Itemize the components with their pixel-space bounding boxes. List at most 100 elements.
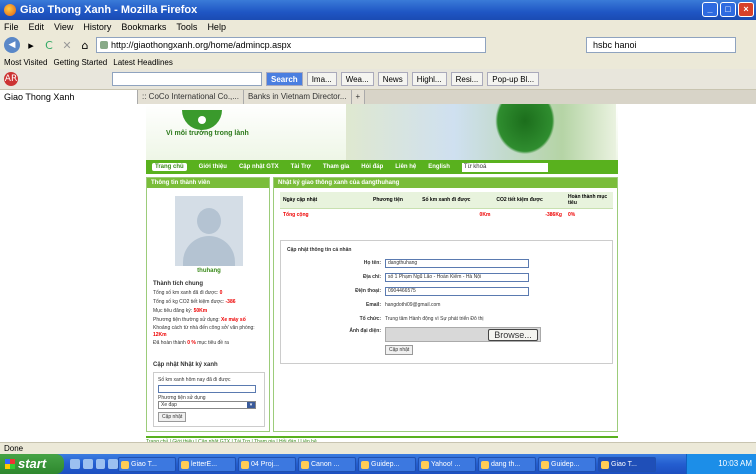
site-slogan: Vì môi trường trong lành [166,130,249,137]
organization-value: Trung tâm Hành động vì Sự phát triển Đô … [385,316,484,322]
home-icon[interactable]: ⌂ [78,39,92,52]
phone-label: Điện thoại: [355,288,381,294]
site-search-input[interactable]: Từ khoá [461,162,548,172]
stat-vehicle: Phương tiện thường sử dụng: Xe máy số [153,317,246,323]
task-button[interactable]: Guidep... [538,456,596,472]
organization-row: Tổ chức: Trung tâm Hành động vì Sự phát … [281,315,614,325]
avatar-upload-label: Ảnh đại diện: [349,328,381,334]
quicklaunch-icon[interactable] [95,459,106,469]
close-button[interactable]: × [738,2,754,17]
email-label: Email: [365,302,381,308]
avatar-file-input[interactable]: Browse... [385,327,541,342]
task-button[interactable]: 04 Proj... [238,456,296,472]
addon-search-input[interactable] [112,72,262,86]
menu-bookmarks[interactable]: Bookmarks [121,20,166,34]
profile-save-button[interactable]: Cập nhật [385,345,414,355]
task-button[interactable]: Giao T... [598,456,656,472]
phone-row: Điện thoại: 0904466575 [281,287,614,297]
task-button[interactable]: dang th... [478,456,536,472]
diary-update-form: Cập nhật Nhật ký xanh Số km xanh hôm nay… [153,362,265,427]
minimize-button[interactable]: _ [702,2,718,17]
addon-resize-button[interactable]: Resi... [450,72,484,86]
menu-view[interactable]: View [54,20,73,34]
menu-tools[interactable]: Tools [176,20,197,34]
bookmark-most-visited[interactable]: Most Visited [4,56,47,69]
start-button[interactable]: start [0,454,64,474]
stop-button[interactable]: ✕ [60,39,74,52]
nav-about[interactable]: Giới thiệu [199,164,227,170]
forward-button[interactable]: ▸ [24,39,38,52]
maximize-button[interactable]: □ [720,2,736,17]
addon-images-button[interactable]: Ima... [306,72,337,86]
menu-history[interactable]: History [83,20,111,34]
search-input[interactable]: hsbc hanoi [586,37,736,53]
banner-image [346,104,616,160]
nav-join[interactable]: Tham gia [323,164,349,170]
stat-target: Mục tiêu đăng ký: 50Km [153,308,208,314]
bookmarks-bar: Most Visited Getting Started Latest Head… [0,56,756,69]
col-completion: Hoàn thành mục tiêu [565,192,613,209]
tab-banks-vietnam[interactable]: Banks in Vietnam Director... [243,90,352,104]
task-list: Giao T... letterE... 04 Proj... Canon ..… [118,456,656,472]
addon-highlight-button[interactable]: Highl... [411,72,447,86]
menu-help[interactable]: Help [207,20,226,34]
tab-strip: Giao Thong Xanh :: CoCo International Co… [0,90,756,104]
tab-label: :: CoCo International Co.,... [142,92,239,101]
nav-english[interactable]: English [428,164,450,170]
task-button[interactable]: Canon ... [298,456,356,472]
quick-launch [64,459,118,469]
firefox-icon [4,4,16,16]
quicklaunch-icon[interactable] [108,459,118,469]
window-title: Giao Thong Xanh - Mozilla Firefox [20,4,198,16]
new-tab-button[interactable]: + [351,90,366,104]
stats-title: Thành tích chung [153,281,203,287]
table-header-row: Ngày cập nhật Phương tiện Số km xanh đi … [280,192,613,209]
stat-co2-saved: Tổng số kg CO2 tiết kiệm được: -386 [153,299,236,305]
quicklaunch-icon[interactable] [82,459,93,469]
nav-faq[interactable]: Hỏi đáp [361,164,383,170]
task-button[interactable]: letterE... [178,456,236,472]
tab-giao-thong-xanh[interactable]: Giao Thong Xanh [0,90,138,104]
task-button[interactable]: Yahoo! ... [418,456,476,472]
name-field[interactable]: dangthuhang [385,259,529,268]
bookmark-getting-started[interactable]: Getting Started [53,56,107,69]
phone-field[interactable]: 0904466575 [385,287,529,296]
total-vehicle [370,209,419,221]
addon-logo-icon[interactable]: AR [4,72,18,86]
quicklaunch-icon[interactable] [70,459,80,469]
task-button[interactable]: Guidep... [358,456,416,472]
nav-contact[interactable]: Liên hệ [395,164,416,170]
col-date: Ngày cập nhật [280,192,370,209]
nav-update-gtx[interactable]: Cập nhật GTX [239,164,279,170]
addon-popup-blocker-button[interactable]: Pop-up Bl... [487,72,540,86]
col-vehicle: Phương tiện [370,192,420,209]
nav-sponsor[interactable]: Tài Trợ [291,164,311,170]
browse-button[interactable]: Browse... [488,329,538,341]
diary-update-button[interactable]: Cập nhật [158,412,187,422]
reload-button[interactable]: C [42,39,56,52]
addon-weather-button[interactable]: Wea... [340,72,374,86]
addon-search-button[interactable]: Search [266,72,303,86]
site-logo[interactable] [182,110,222,130]
window-titlebar[interactable]: Giao Thong Xanh - Mozilla Firefox _ □ × [0,0,756,20]
col-km: Số km xanh đi được [419,192,494,209]
addon-news-button[interactable]: News [377,72,408,86]
tab-coco-international[interactable]: :: CoCo International Co.,... [138,90,244,104]
menu-edit[interactable]: Edit [29,20,45,34]
address-field[interactable]: số 1 Phạm Ngũ Lão - Hoàn Kiếm - Hà Nội [385,273,529,282]
diary-update-title: Cập nhật Nhật ký xanh [153,362,218,368]
stat-completed: Đã hoàn thành 0 % mục tiêu đề ra [153,340,229,346]
vehicle-select[interactable]: Xe đạp [158,401,256,409]
menu-file[interactable]: File [4,20,19,34]
url-bar[interactable]: http://giaothongxanh.org/home/admincp.as… [96,37,486,53]
stat-distance: Khoảng cách từ nhà đến công sở/ văn phòn… [153,325,255,338]
member-panel: Thông tin thành viên thuhang Thành tích … [146,177,270,432]
total-co2: -386Kg [545,211,562,218]
task-button[interactable]: Giao T... [118,456,176,472]
back-button[interactable]: ◀ [4,37,20,53]
nav-home[interactable]: Trang chủ [152,163,187,171]
bookmark-latest-headlines[interactable]: Latest Headlines [113,56,173,69]
km-input[interactable] [158,385,256,393]
system-tray-clock[interactable]: 10:03 AM [686,454,756,474]
tab-label: Giao Thong Xanh [4,92,75,102]
